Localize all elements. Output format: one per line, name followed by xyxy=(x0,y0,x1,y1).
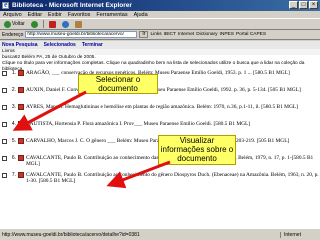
book-icon[interactable] xyxy=(18,138,24,144)
select-checkbox[interactable] xyxy=(2,122,7,127)
status-text: http://www.museu-goeldi.br/biblioteca/ac… xyxy=(2,231,140,238)
forward-button[interactable] xyxy=(29,20,40,29)
link-dictionary[interactable]: Dictionary xyxy=(196,32,217,37)
callout-select: Selecionar o documento xyxy=(78,74,158,94)
title-bar: Biblioteca - Microsoft Internet Explorer… xyxy=(0,0,320,11)
maximize-button[interactable]: □ xyxy=(299,1,308,9)
forward-arrow-icon xyxy=(30,20,38,28)
reference-number: 3. xyxy=(11,104,16,110)
reference-number: 7. xyxy=(11,172,16,178)
reference-number: 1. xyxy=(11,70,16,76)
book-icon[interactable] xyxy=(18,104,24,110)
nav-finish[interactable]: Terminar xyxy=(82,42,103,48)
reference-link[interactable]: CAVALCANTE, Paulo B. Contribuição ao con… xyxy=(26,172,320,184)
book-icon[interactable] xyxy=(18,172,24,178)
refresh-icon xyxy=(61,20,69,28)
select-checkbox[interactable] xyxy=(2,71,7,76)
reference-list: 1. ARAGÃO, ___ conservação de recursos ge… xyxy=(0,70,320,186)
security-zone: Internet xyxy=(280,231,320,238)
toolbar-separator xyxy=(42,20,44,28)
nav-selected[interactable]: Selecionados xyxy=(44,42,76,48)
menu-tools[interactable]: Ferramentas xyxy=(96,12,127,18)
menu-edit[interactable]: Editar xyxy=(28,12,42,18)
reference-row: 1. ARAGÃO, ___ conservação de recursos ge… xyxy=(0,70,320,84)
home-button[interactable] xyxy=(73,20,84,29)
links-label[interactable]: Links xyxy=(150,32,161,37)
status-bar: http://www.museu-goeldi.br/biblioteca/ac… xyxy=(0,228,320,240)
address-input[interactable]: http://www.museu-goeldi.br/biblioteca/ac… xyxy=(25,31,138,38)
link-portal-capes[interactable]: Portal CAPES xyxy=(236,32,266,37)
reference-number: 4. xyxy=(11,121,16,127)
address-label: Endereço xyxy=(2,31,24,38)
reference-link[interactable]: AYRES, Manuel. Hemaglutininas e hemólise… xyxy=(26,104,298,110)
book-icon[interactable] xyxy=(18,121,24,127)
stop-icon xyxy=(48,20,56,28)
back-button[interactable]: Voltar xyxy=(2,20,27,29)
reference-number: 6. xyxy=(11,155,16,161)
menu-favorites[interactable]: Favoritos xyxy=(68,12,91,18)
minimize-button[interactable]: _ xyxy=(289,1,298,9)
toolbar: Voltar xyxy=(0,19,320,30)
instructions: Clique no título para ver informações co… xyxy=(2,61,305,72)
back-arrow-icon xyxy=(4,20,11,28)
select-checkbox[interactable] xyxy=(2,139,7,144)
book-icon[interactable] xyxy=(18,155,24,161)
book-icon[interactable] xyxy=(18,70,24,76)
menu-file[interactable]: Arquivo xyxy=(3,12,22,18)
menu-view[interactable]: Exibir xyxy=(48,12,62,18)
result-nav: Nova Pesquisa Selecionados Terminar xyxy=(0,41,320,49)
reference-link[interactable]: BAUTISTA, Hortensia P. Flora amazônica I… xyxy=(26,121,250,127)
link-inpes[interactable]: INPES xyxy=(220,32,234,37)
reference-link[interactable]: AUXIN, Daniel F. Convolvuláceas da Amazô… xyxy=(26,87,301,93)
select-checkbox[interactable] xyxy=(2,156,7,161)
address-bar: Endereço http://www.museu-goeldi.br/bibl… xyxy=(0,30,320,40)
link-ibict[interactable]: IBICT xyxy=(164,32,176,37)
reference-row: 7. CAVALCANTE, Paulo B. Contribuição ao c… xyxy=(0,172,320,186)
reference-number: 5. xyxy=(11,138,16,144)
reference-number: 2. xyxy=(11,87,16,93)
reference-row: 2. AUXIN, Daniel F. Convolvuláceas da Ama… xyxy=(0,87,320,101)
reference-row: 4. BAUTISTA, Hortensia P. Flora amazônica… xyxy=(0,121,320,135)
close-button[interactable]: × xyxy=(309,1,318,9)
nav-new-search[interactable]: Nova Pesquisa xyxy=(2,42,38,48)
go-button[interactable]: Ir xyxy=(139,31,149,38)
menu-bar: Arquivo Editar Exibir Favoritos Ferramen… xyxy=(0,11,320,19)
link-internet[interactable]: Internet xyxy=(178,32,194,37)
ie-logo-icon xyxy=(2,0,9,9)
window-title: Biblioteca - Microsoft Internet Explorer xyxy=(12,2,132,9)
select-checkbox[interactable] xyxy=(2,105,7,110)
stop-button[interactable] xyxy=(47,20,58,29)
book-icon[interactable] xyxy=(18,87,24,93)
menu-help[interactable]: Ajuda xyxy=(134,12,148,18)
select-checkbox[interactable] xyxy=(2,173,7,178)
callout-view: Visualizar informações sobre o documento xyxy=(158,135,236,165)
home-icon xyxy=(74,20,82,28)
select-checkbox[interactable] xyxy=(2,88,7,93)
refresh-button[interactable] xyxy=(60,20,71,29)
reference-row: 3. AYRES, Manuel. Hemaglutininas e hemóli… xyxy=(0,104,320,118)
